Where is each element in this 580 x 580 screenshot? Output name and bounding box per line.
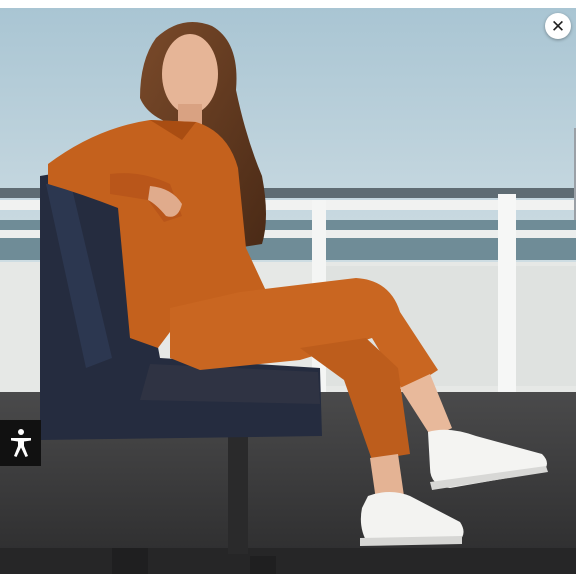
scroll-indicator [574,128,576,220]
close-icon: ✕ [550,16,566,36]
face [162,34,218,114]
bench-leg [228,432,248,554]
close-button[interactable]: ✕ [545,13,571,39]
accessibility-button[interactable] [0,420,41,466]
product-photo [0,8,576,574]
accessibility-icon [10,429,31,457]
